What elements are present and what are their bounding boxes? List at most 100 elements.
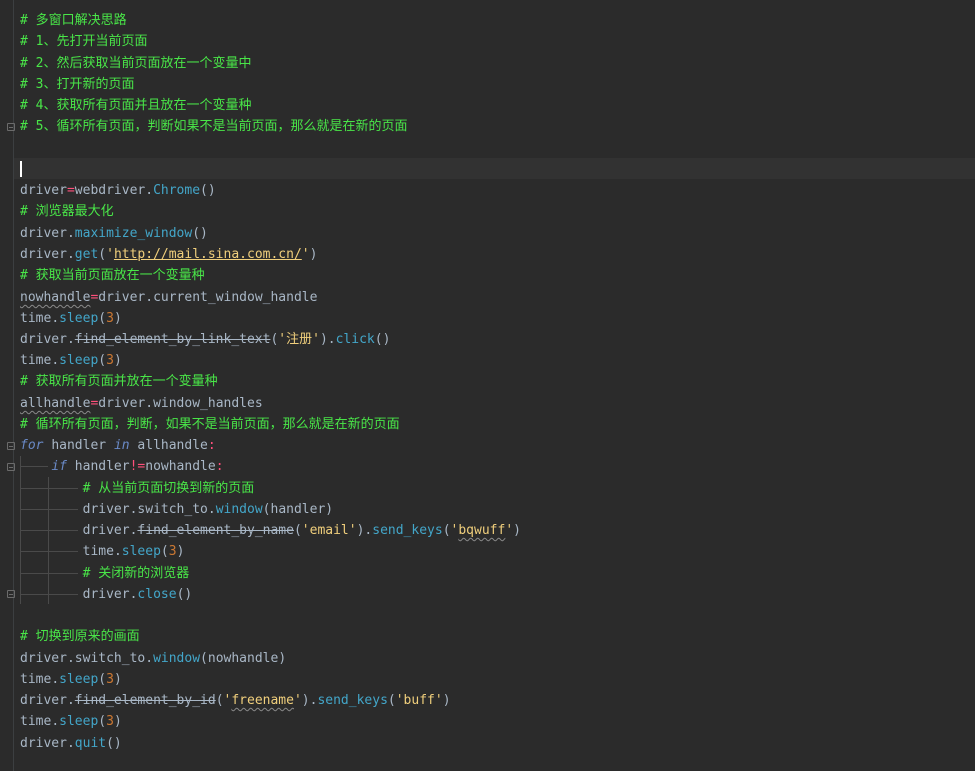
code-line: driver.maximize_window() bbox=[20, 226, 208, 241]
code-line: # 切换到原来的画面 bbox=[20, 626, 140, 647]
number: 3 bbox=[106, 353, 114, 368]
identifier: allhandle bbox=[137, 438, 208, 453]
fold-if-end-icon[interactable] bbox=[7, 590, 15, 598]
identifier: nowhandle bbox=[20, 290, 91, 305]
function-name: sleep bbox=[59, 672, 99, 687]
code-line: if handler!=nowhandle: bbox=[20, 456, 224, 477]
string: freename bbox=[231, 693, 294, 708]
identifier: handler bbox=[270, 502, 326, 517]
identifier: current_window_handle bbox=[153, 290, 318, 305]
code-line: # 多窗口解决思路 bbox=[20, 10, 127, 31]
identifier: driver bbox=[20, 651, 67, 666]
identifier: driver bbox=[82, 523, 130, 538]
identifier: handler bbox=[74, 459, 130, 474]
code-line: # 2、然后获取当前页面放在一个变量中 bbox=[20, 53, 251, 74]
identifier: driver bbox=[20, 183, 67, 198]
code-line: # 4、获取所有页面并且放在一个变量种 bbox=[20, 95, 251, 116]
code-line: allhandle=driver.window_handles bbox=[20, 396, 263, 411]
string: 'email' bbox=[301, 523, 357, 538]
code-line: # 循环所有页面，判断，如果不是当前页面，那么就是在新的页面 bbox=[20, 414, 400, 435]
code-line: for handler in allhandle: bbox=[20, 435, 216, 456]
identifier: driver bbox=[82, 502, 130, 517]
string: '注册' bbox=[278, 332, 320, 347]
function-name: sleep bbox=[121, 544, 161, 559]
operator: = bbox=[66, 183, 75, 198]
code-editor[interactable]: # 多窗口解决思路 # 1、先打开当前页面 # 2、然后获取当前页面放在一个变量… bbox=[0, 0, 975, 771]
function-name: sleep bbox=[59, 353, 99, 368]
identifier: driver bbox=[98, 290, 146, 305]
code-line: time.sleep(3) bbox=[20, 311, 122, 326]
identifier: driver bbox=[20, 332, 67, 347]
identifier: driver bbox=[98, 396, 146, 411]
fold-if-icon[interactable] bbox=[7, 463, 15, 471]
function-name: window bbox=[153, 651, 201, 666]
comment: # 从当前页面切换到新的页面 bbox=[82, 481, 255, 496]
identifier: nowhandle bbox=[207, 651, 279, 666]
comment: # 获取当前页面放在一个变量种 bbox=[20, 268, 205, 283]
string-quote: ' bbox=[505, 523, 514, 538]
code-line: driver.quit() bbox=[20, 736, 122, 751]
text-caret bbox=[20, 161, 22, 177]
code-line: # 浏览器最大化 bbox=[20, 201, 114, 222]
comment: # 获取所有页面并放在一个变量种 bbox=[20, 374, 218, 389]
code-line: time.sleep(3) bbox=[20, 714, 122, 729]
code-line: # 从当前页面切换到新的页面 bbox=[20, 478, 255, 499]
code-line: time.sleep(3) bbox=[20, 353, 122, 368]
comment: # 浏览器最大化 bbox=[20, 204, 114, 219]
keyword: in bbox=[113, 438, 130, 453]
function-name: quit bbox=[74, 736, 107, 751]
code-line: # 关闭新的浏览器 bbox=[20, 563, 190, 584]
url-link[interactable]: http://mail.sina.com.cn/ bbox=[114, 247, 302, 262]
function-name: Chrome bbox=[153, 183, 201, 198]
number: 3 bbox=[106, 311, 114, 326]
operator: != bbox=[129, 459, 146, 474]
identifier: switch_to bbox=[137, 502, 208, 517]
identifier: handler bbox=[51, 438, 107, 453]
comment: # 关闭新的浏览器 bbox=[82, 566, 190, 581]
code-line: # 获取所有页面并放在一个变量种 bbox=[20, 371, 218, 392]
function-name: send_keys bbox=[317, 693, 388, 708]
identifier: time bbox=[20, 672, 52, 687]
comment: # 5、循环所有页面，判断如果不是当前页面，那么就是在新的页面 bbox=[20, 119, 408, 134]
identifier: driver bbox=[82, 587, 130, 602]
comment: # 多窗口解决思路 bbox=[20, 13, 127, 28]
string: 'buff' bbox=[395, 693, 443, 708]
function-name: get bbox=[74, 247, 99, 262]
code-line: # 获取当前页面放在一个变量种 bbox=[20, 265, 205, 286]
fold-for-icon[interactable] bbox=[7, 442, 15, 450]
code-line: driver.find_element_by_name('email').sen… bbox=[82, 523, 521, 538]
keyword: for bbox=[20, 438, 44, 453]
code-line: time.sleep(3) bbox=[82, 544, 185, 559]
identifier: nowhandle bbox=[145, 459, 216, 474]
identifier: webdriver bbox=[74, 183, 146, 198]
identifier: driver bbox=[20, 247, 67, 262]
code-line: driver=webdriver.Chrome() bbox=[20, 183, 216, 198]
function-name: send_keys bbox=[372, 523, 443, 538]
string-quote: ' bbox=[106, 247, 114, 262]
function-name: click bbox=[335, 332, 375, 347]
code-line: time.sleep(3) bbox=[20, 672, 122, 687]
function-name: sleep bbox=[59, 714, 99, 729]
number: 3 bbox=[106, 672, 114, 687]
comment: # 3、打开新的页面 bbox=[20, 77, 135, 92]
deprecated-function: find_element_by_id bbox=[74, 693, 216, 708]
identifier: driver bbox=[20, 693, 67, 708]
function-name: window bbox=[215, 502, 263, 517]
operator: : bbox=[215, 459, 224, 474]
code-line: driver.find_element_by_link_text('注册').c… bbox=[20, 332, 391, 347]
code-line: driver.get('http://mail.sina.com.cn/') bbox=[20, 247, 318, 262]
code-line: nowhandle=driver.current_window_handle bbox=[20, 290, 318, 305]
string-quote: ' bbox=[301, 247, 310, 262]
code-line: # 1、先打开当前页面 bbox=[20, 31, 147, 52]
code-line: driver.close() bbox=[82, 587, 193, 602]
fold-end-icon[interactable] bbox=[7, 123, 15, 131]
function-name: close bbox=[137, 587, 177, 602]
identifier: time bbox=[20, 353, 52, 368]
current-line-highlight bbox=[14, 158, 975, 179]
comment: # 循环所有页面，判断，如果不是当前页面，那么就是在新的页面 bbox=[20, 417, 400, 432]
comment: # 切换到原来的画面 bbox=[20, 629, 140, 644]
code-line: # 3、打开新的页面 bbox=[20, 74, 134, 95]
gutter-separator bbox=[13, 0, 14, 771]
identifier: driver bbox=[20, 226, 67, 241]
comment: # 4、获取所有页面并且放在一个变量种 bbox=[20, 98, 252, 113]
